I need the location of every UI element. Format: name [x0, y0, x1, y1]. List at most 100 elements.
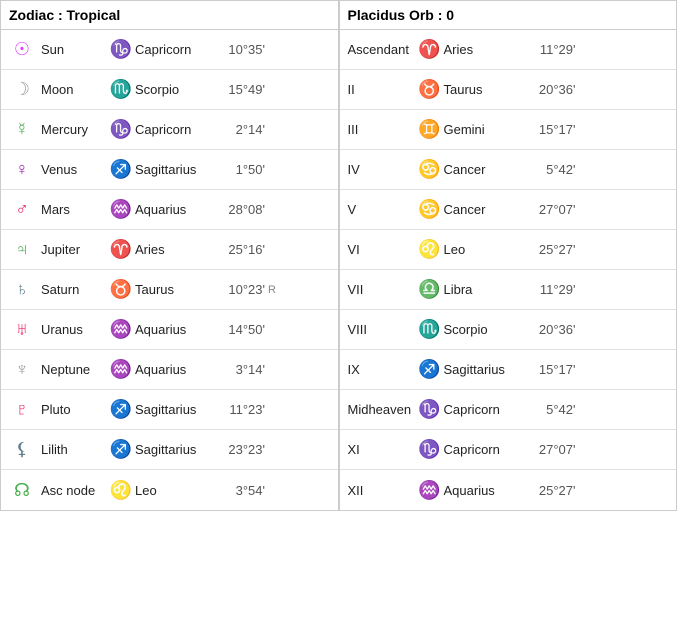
- house-sign-symbol: ♊: [416, 119, 444, 140]
- planet-degree: 10°23': [215, 282, 265, 297]
- planet-sign-name: Capricorn: [135, 42, 215, 57]
- house-row: Ascendant ♈ Aries 11°29': [340, 30, 677, 70]
- house-name: VI: [348, 242, 416, 257]
- house-degree: 5°42': [526, 162, 576, 177]
- planet-sign-symbol: ♒: [107, 359, 135, 380]
- planet-sign-symbol: ♒: [107, 199, 135, 220]
- left-header-text: Zodiac : Tropical: [9, 7, 120, 23]
- planet-sign-symbol: ♑: [107, 39, 135, 60]
- house-sign-symbol: ♌: [416, 239, 444, 260]
- planet-sign-symbol: ♐: [107, 399, 135, 420]
- planet-row: ☊ Asc node ♌ Leo 3°54': [1, 470, 338, 510]
- planet-name: Mercury: [37, 122, 107, 137]
- planet-name: Sun: [37, 42, 107, 57]
- house-degree: 27°07': [526, 442, 576, 457]
- planet-symbol: ♇: [7, 399, 37, 420]
- planet-sign-name: Aries: [135, 242, 215, 257]
- planet-sign-symbol: ♐: [107, 159, 135, 180]
- planet-sign-symbol: ♈: [107, 239, 135, 260]
- house-row: XI ♑ Capricorn 27°07': [340, 430, 677, 470]
- house-name: III: [348, 122, 416, 137]
- house-degree: 20°36': [526, 322, 576, 337]
- planet-symbol: ☊: [7, 480, 37, 501]
- house-sign-name: Cancer: [444, 202, 526, 217]
- planet-name: Mars: [37, 202, 107, 217]
- planet-sign-name: Aquarius: [135, 202, 215, 217]
- house-sign-symbol: ♎: [416, 279, 444, 300]
- planet-degree: 14°50': [215, 322, 265, 337]
- planets-panel: Zodiac : Tropical ☉ Sun ♑ Capricorn 10°3…: [1, 1, 338, 510]
- planet-symbol: ♅: [7, 319, 37, 340]
- planet-degree: 3°54': [215, 483, 265, 498]
- planet-row: ♆ Neptune ♒ Aquarius 3°14': [1, 350, 338, 390]
- planet-sign-name: Sagittarius: [135, 442, 215, 457]
- planet-row: ☿ Mercury ♑ Capricorn 2°14': [1, 110, 338, 150]
- house-sign-name: Libra: [444, 282, 526, 297]
- astrology-table: Zodiac : Tropical ☉ Sun ♑ Capricorn 10°3…: [0, 0, 677, 511]
- planet-name: Uranus: [37, 322, 107, 337]
- planet-symbol: ♃: [7, 239, 37, 260]
- planet-symbol: ☽: [7, 79, 37, 100]
- planet-row: ⚸ Lilith ♐ Sagittarius 23°23': [1, 430, 338, 470]
- planet-name: Venus: [37, 162, 107, 177]
- planet-sign-name: Capricorn: [135, 122, 215, 137]
- house-name: IX: [348, 362, 416, 377]
- planet-symbol: ♂: [7, 199, 37, 220]
- house-degree: 25°27': [526, 483, 576, 498]
- planet-sign-symbol: ♏: [107, 79, 135, 100]
- house-row: XII ♒ Aquarius 25°27': [340, 470, 677, 510]
- planet-symbol: ⚸: [7, 439, 37, 460]
- planet-symbol: ☿: [7, 119, 37, 140]
- house-sign-name: Scorpio: [444, 322, 526, 337]
- planet-name: Lilith: [37, 442, 107, 457]
- planet-degree: 3°14': [215, 362, 265, 377]
- planet-name: Jupiter: [37, 242, 107, 257]
- house-sign-symbol: ♑: [416, 439, 444, 460]
- house-sign-name: Capricorn: [444, 402, 526, 417]
- planet-row: ☽ Moon ♏ Scorpio 15°49': [1, 70, 338, 110]
- planet-degree: 2°14': [215, 122, 265, 137]
- house-sign-name: Taurus: [444, 82, 526, 97]
- planet-sign-name: Aquarius: [135, 362, 215, 377]
- planet-sign-name: Taurus: [135, 282, 215, 297]
- planet-row: ♂ Mars ♒ Aquarius 28°08': [1, 190, 338, 230]
- planet-retro: R: [265, 284, 281, 296]
- house-sign-symbol: ♐: [416, 359, 444, 380]
- house-name: VIII: [348, 322, 416, 337]
- planet-name: Pluto: [37, 402, 107, 417]
- house-degree: 11°29': [526, 282, 576, 297]
- planet-row: ♇ Pluto ♐ Sagittarius 11°23': [1, 390, 338, 430]
- house-row: V ♋ Cancer 27°07': [340, 190, 677, 230]
- house-name: Midheaven: [348, 402, 416, 417]
- planet-row: ♀ Venus ♐ Sagittarius 1°50': [1, 150, 338, 190]
- planet-degree: 10°35': [215, 42, 265, 57]
- house-sign-name: Aries: [444, 42, 526, 57]
- house-sign-name: Cancer: [444, 162, 526, 177]
- left-header: Zodiac : Tropical: [1, 1, 338, 30]
- planet-degree: 23°23': [215, 442, 265, 457]
- house-degree: 11°29': [526, 42, 576, 57]
- planet-sign-name: Sagittarius: [135, 402, 215, 417]
- house-sign-name: Gemini: [444, 122, 526, 137]
- house-name: Ascendant: [348, 42, 416, 57]
- house-name: V: [348, 202, 416, 217]
- planet-name: Neptune: [37, 362, 107, 377]
- house-sign-name: Aquarius: [444, 483, 526, 498]
- house-sign-symbol: ♋: [416, 199, 444, 220]
- planet-degree: 1°50': [215, 162, 265, 177]
- house-row: VI ♌ Leo 25°27': [340, 230, 677, 270]
- planet-row: ☉ Sun ♑ Capricorn 10°35': [1, 30, 338, 70]
- house-degree: 25°27': [526, 242, 576, 257]
- planet-row: ♄ Saturn ♉ Taurus 10°23' R: [1, 270, 338, 310]
- planet-symbol: ♆: [7, 359, 37, 380]
- house-sign-name: Capricorn: [444, 442, 526, 457]
- house-row: VIII ♏ Scorpio 20°36': [340, 310, 677, 350]
- planet-sign-name: Aquarius: [135, 322, 215, 337]
- houses-panel: Placidus Orb : 0 Ascendant ♈ Aries 11°29…: [340, 1, 677, 510]
- house-row: IV ♋ Cancer 5°42': [340, 150, 677, 190]
- planets-list: ☉ Sun ♑ Capricorn 10°35' ☽ Moon ♏ Scorpi…: [1, 30, 338, 510]
- house-row: III ♊ Gemini 15°17': [340, 110, 677, 150]
- planet-symbol: ♄: [7, 279, 37, 300]
- house-sign-symbol: ♒: [416, 480, 444, 501]
- planet-name: Asc node: [37, 483, 107, 498]
